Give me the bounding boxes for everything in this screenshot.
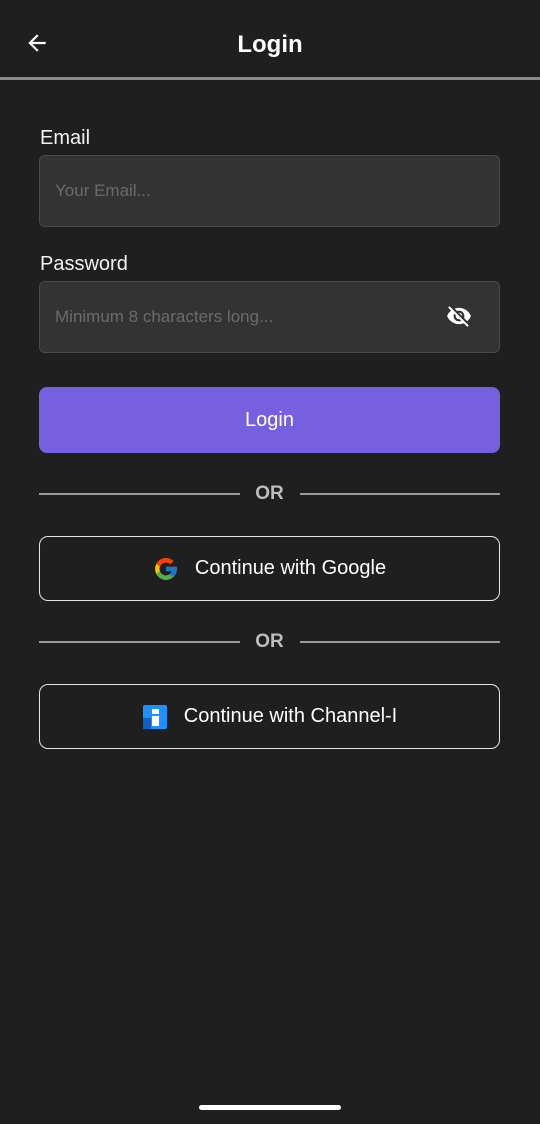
eye-off-icon (444, 303, 474, 334)
or-divider: OR (39, 482, 500, 506)
divider-line-right (299, 641, 500, 643)
channel-i-icon (142, 704, 168, 730)
page-title: Login (237, 31, 303, 58)
channel-i-signin-button[interactable]: Continue with Channel-I (39, 684, 500, 749)
login-screen: Login Email Password Login OR (0, 0, 540, 1124)
password-visibility-toggle[interactable] (443, 304, 475, 332)
password-input[interactable] (40, 282, 499, 352)
password-field-container (39, 281, 500, 353)
channel-i-button-label: Continue with Channel-I (183, 705, 398, 727)
home-indicator[interactable] (199, 1105, 341, 1110)
or-text: OR (255, 483, 284, 504)
or-text: OR (255, 631, 284, 652)
password-label: Password (40, 253, 128, 275)
divider-line-right (299, 493, 500, 495)
app-bar: Login (0, 0, 540, 80)
google-signin-button[interactable]: Continue with Google (39, 536, 500, 601)
google-button-label: Continue with Google (194, 557, 387, 579)
email-field-container (39, 155, 500, 227)
google-icon (153, 556, 179, 582)
email-input[interactable] (40, 156, 499, 226)
divider-line-left (39, 641, 240, 643)
email-label: Email (40, 127, 91, 149)
divider-line-left (39, 493, 240, 495)
login-button[interactable]: Login (39, 387, 500, 453)
or-divider: OR (39, 630, 500, 654)
